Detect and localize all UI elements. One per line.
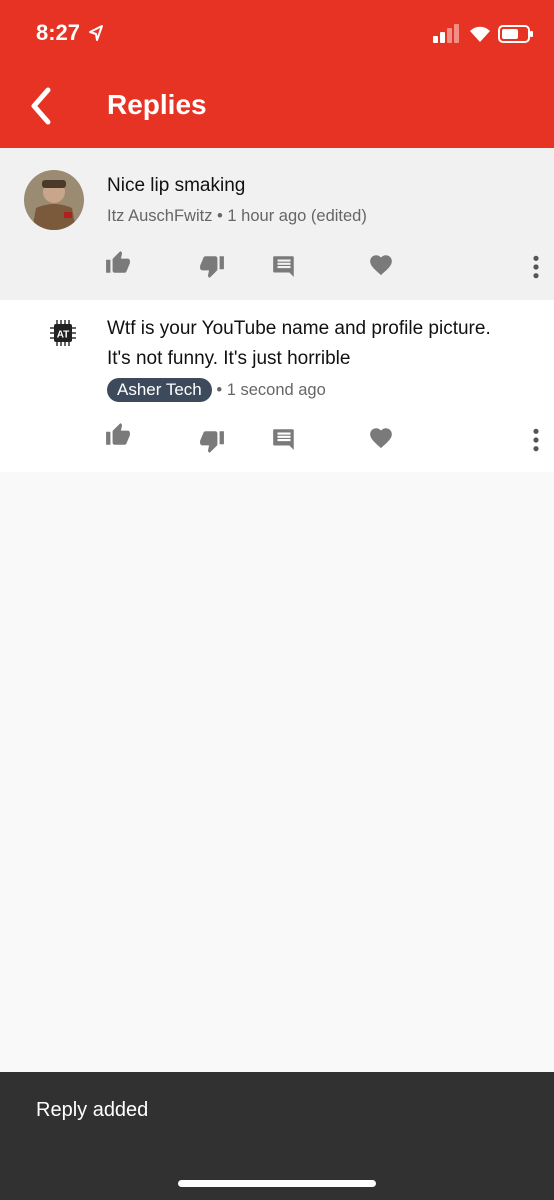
avatar[interactable] bbox=[24, 170, 84, 230]
cellular-signal-icon bbox=[433, 24, 459, 43]
comment-text-line-2: It's not funny. It's just horrible bbox=[107, 348, 351, 369]
app-header: 8:27 Replies bbox=[0, 0, 554, 148]
more-options-icon[interactable] bbox=[523, 254, 549, 280]
dislike-icon[interactable] bbox=[199, 428, 225, 454]
meta-separator: • bbox=[217, 207, 228, 225]
avatar-initials: AT bbox=[57, 330, 70, 341]
status-time: 8:27 bbox=[36, 20, 81, 45]
avatar-image bbox=[24, 170, 84, 230]
comment-time: 1 hour ago (edited) bbox=[227, 207, 367, 225]
page-title: Replies bbox=[107, 89, 207, 120]
dislike-icon[interactable] bbox=[199, 253, 225, 279]
wifi-icon bbox=[470, 26, 490, 42]
comment-text: Nice lip smaking bbox=[107, 175, 246, 196]
reply-icon[interactable] bbox=[271, 426, 297, 452]
like-icon[interactable] bbox=[105, 250, 131, 276]
back-arrow-icon[interactable] bbox=[26, 86, 62, 126]
battery-icon bbox=[498, 25, 533, 43]
comment-time: 1 second ago bbox=[226, 381, 326, 399]
heart-icon[interactable] bbox=[368, 252, 394, 278]
heart-icon[interactable] bbox=[368, 425, 394, 451]
comment-item: AT Wtf is your YouTube name and profile … bbox=[0, 300, 554, 472]
snackbar-message: Reply added bbox=[36, 1099, 149, 1121]
avatar[interactable]: AT bbox=[48, 318, 78, 348]
more-options-icon[interactable] bbox=[523, 427, 549, 453]
comment-author-chip[interactable]: Asher Tech bbox=[107, 378, 212, 402]
like-icon[interactable] bbox=[105, 422, 131, 448]
comment-meta: Asher Tech • 1 second ago bbox=[107, 378, 326, 402]
comment-text-line-1: Wtf is your YouTube name and profile pic… bbox=[107, 318, 491, 339]
meta-separator: • bbox=[216, 381, 227, 399]
reply-icon[interactable] bbox=[271, 253, 297, 279]
comment-author[interactable]: Itz AuschFwitz bbox=[107, 207, 212, 225]
comment-meta: Itz AuschFwitz • 1 hour ago (edited) bbox=[107, 207, 367, 226]
home-indicator[interactable] bbox=[178, 1180, 376, 1187]
location-arrow-icon bbox=[89, 25, 103, 41]
comment-item: Nice lip smaking Itz AuschFwitz • 1 hour… bbox=[0, 148, 554, 300]
